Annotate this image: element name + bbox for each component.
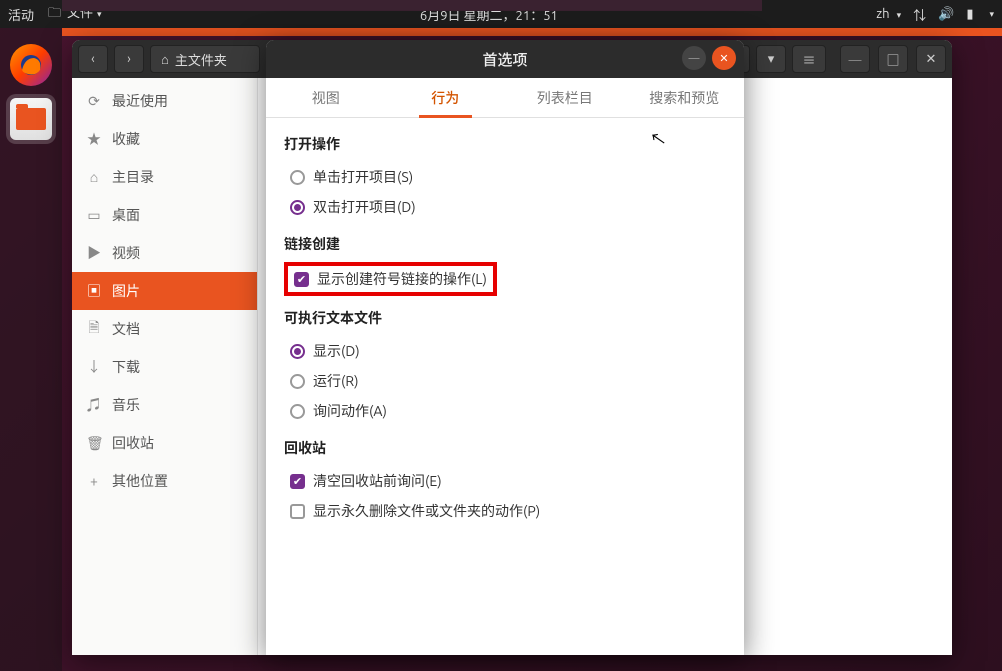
sidebar-item[interactable]: ⌂ 主目录 [72,158,257,196]
exec-ask-option[interactable]: 询问动作(A) [284,396,726,426]
radio-icon [290,344,305,359]
fm-sidebar: ⟳ 最近使用 ★ 收藏 ⌂ 主目录 ▭ 桌面 ▶ 视频 ▣ 图片 🗎 文档 ↓ 下载 ♫ 音乐 🗑 回收站 + 其他位置 [72,78,258,655]
option-label: 显示永久删除文件或文件夹的动作(P) [313,501,540,521]
option-label: 单击打开项目(S) [313,167,413,187]
sidebar-item-label: 主目录 [112,167,154,187]
pref-tab[interactable]: 视图 [266,78,386,117]
files-icon [10,98,52,140]
pref-body: 打开操作 单击打开项目(S) 双击打开项目(D) 链接创建 ✔ 显示创建符号链接的… [266,118,744,540]
sidebar-item[interactable]: ▶ 视频 [72,234,257,272]
chevron-down-icon: ▾ [989,9,994,20]
option-label: 双击打开项目(D) [313,197,416,217]
sidebar-item[interactable]: ♫ 音乐 [72,386,257,424]
radio-icon [290,200,305,215]
option-label: 清空回收站前询问(E) [313,471,442,491]
close-button[interactable]: ✕ [916,45,946,73]
forward-button[interactable]: › [114,45,144,73]
sidebar-item[interactable]: ⟳ 最近使用 [72,82,257,120]
dock [0,28,62,671]
option-label: 运行(R) [313,371,359,391]
activities-button[interactable]: 活动 [8,5,34,24]
checkbox-icon: ✔ [290,474,305,489]
sidebar-item-label: 收藏 [112,129,140,149]
sidebar-item-icon: ⌂ [86,169,102,185]
dock-files[interactable] [6,94,56,144]
background-tab-strip [62,0,762,11]
sidebar-item-label: 下载 [112,357,140,377]
section-open-title: 打开操作 [284,134,726,154]
sidebar-item-icon: ♫ [86,395,102,415]
sidebar-item[interactable]: 🗑 回收站 [72,424,257,462]
pref-titlebar: 首选项 ─ ✕ [266,40,744,78]
trash-confirm-option[interactable]: ✔ 清空回收站前询问(E) [284,466,726,496]
trash-permdelete-option[interactable]: 显示永久删除文件或文件夹的动作(P) [284,496,726,526]
sidebar-item-label: 其他位置 [112,471,168,491]
sidebar-item[interactable]: ▭ 桌面 [72,196,257,234]
pref-minimize-button[interactable]: ─ [682,46,706,70]
sidebar-item[interactable]: ★ 收藏 [72,120,257,158]
sidebar-item-label: 回收站 [112,433,154,453]
sidebar-item[interactable]: ↓ 下载 [72,348,257,386]
back-button[interactable]: ‹ [78,45,108,73]
window-accent-strip [62,28,1002,36]
sidebar-item-icon: 🗑 [86,435,102,452]
sidebar-item-icon: 🗎 [86,317,102,341]
sidebar-item-label: 最近使用 [112,91,168,111]
exec-run-option[interactable]: 运行(R) [284,366,726,396]
checkbox-icon[interactable]: ✔ [294,272,309,287]
maximize-button[interactable]: □ [878,45,908,73]
sidebar-item-icon: + [86,473,102,489]
view-dropdown-button[interactable]: ▾ [756,45,786,73]
network-icon[interactable]: ⇅ [913,5,926,24]
sidebar-item-label: 音乐 [112,395,140,415]
input-method-indicator[interactable]: zh ▾ [876,7,901,21]
sidebar-item-icon: ★ [86,129,102,149]
firefox-icon [10,44,52,86]
path-label: 主文件夹 [175,50,227,69]
radio-icon [290,404,305,419]
exec-display-option[interactable]: 显示(D) [284,336,726,366]
radio-icon [290,374,305,389]
option-label: 显示(D) [313,341,360,361]
option-label: 询问动作(A) [313,401,387,421]
highlight-annotation: ✔ 显示创建符号链接的操作(L) [284,262,497,296]
section-link-title: 链接创建 [284,234,726,254]
radio-icon [290,170,305,185]
open-single-click-option[interactable]: 单击打开项目(S) [284,162,726,192]
sidebar-item-label: 文档 [112,319,140,339]
home-icon: ⌂ [161,52,169,67]
sidebar-item-icon: ↓ [86,357,102,377]
checkbox-icon [290,504,305,519]
path-bar[interactable]: ⌂ 主文件夹 [150,45,260,73]
hamburger-menu-button[interactable]: ≡ [792,45,826,73]
pref-tabs: 视图行为列表栏目搜索和预览 [266,78,744,118]
pref-tab[interactable]: 搜索和预览 [625,78,745,117]
battery-icon[interactable]: ▮ [966,7,973,22]
sidebar-item-icon: ▭ [86,207,102,224]
volume-icon[interactable]: 🔊 [938,7,954,22]
pref-title: 首选项 [482,49,527,70]
chevron-down-icon: ▾ [897,10,902,20]
sidebar-item[interactable]: + 其他位置 [72,462,257,500]
minimize-button[interactable]: ─ [840,45,870,73]
section-trash-title: 回收站 [284,438,726,458]
sidebar-item-label: 图片 [112,281,140,301]
option-label: 显示创建符号链接的操作(L) [317,269,487,289]
sidebar-item-icon: ▣ [86,281,102,301]
sidebar-item-icon: ⟳ [86,93,102,110]
dock-firefox[interactable] [6,40,56,90]
sidebar-item-icon: ▶ [86,243,102,263]
sidebar-item-label: 桌面 [112,205,140,225]
pref-tab[interactable]: 列表栏目 [505,78,625,117]
folder-icon: 🗀 [48,4,61,26]
sidebar-item-label: 视频 [112,243,140,263]
section-exec-title: 可执行文本文件 [284,308,726,328]
open-double-click-option[interactable]: 双击打开项目(D) [284,192,726,222]
pref-tab[interactable]: 行为 [386,78,506,117]
pref-close-button[interactable]: ✕ [712,46,736,70]
sidebar-item[interactable]: ▣ 图片 [72,272,257,310]
sidebar-item[interactable]: 🗎 文档 [72,310,257,348]
preferences-dialog: 首选项 ─ ✕ 视图行为列表栏目搜索和预览 打开操作 单击打开项目(S) 双击打… [266,40,744,655]
